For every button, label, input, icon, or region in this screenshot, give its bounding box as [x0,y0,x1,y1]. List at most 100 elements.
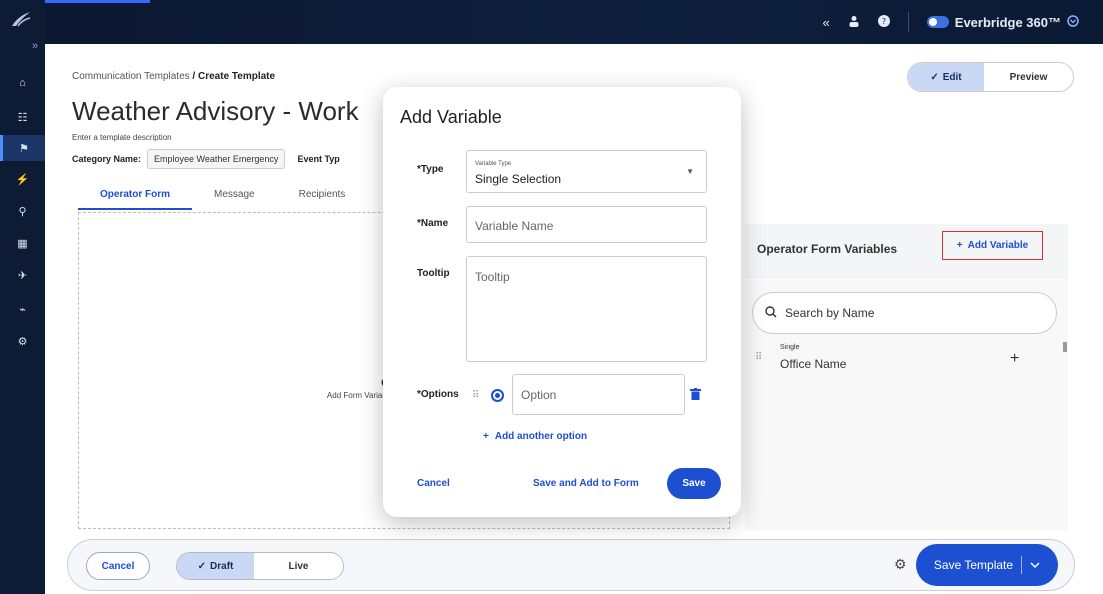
variable-search-input[interactable]: Search by Name [752,292,1057,334]
variable-type-value: Single Selection [475,172,562,186]
category-label: Category Name: [72,154,142,164]
edit-mode-button[interactable]: ✓ Edit [908,63,984,91]
theme-toggle[interactable] [926,16,949,28]
options-label: *Options [417,389,459,400]
modal-cancel-button[interactable]: Cancel [417,478,450,489]
analytics-icon: ⌁ [19,303,26,316]
chevron-down-icon[interactable] [1030,558,1040,572]
breadcrumb-separator: / [189,71,198,82]
breadcrumb-parent[interactable]: Communication Templates [72,71,190,82]
variables-panel-header: Operator Form Variables + Add Variable [745,224,1068,279]
divider [1021,556,1023,574]
add-variable-button[interactable]: + Add Variable [942,231,1043,260]
drag-handle-icon[interactable]: ⠿ [472,390,479,401]
tooltip-label: Tooltip [417,268,450,279]
search-icon [765,305,777,321]
form-tabs: Operator Form Message Recipients [78,186,367,210]
save-template-button[interactable]: Save Template [916,544,1058,586]
top-bar-actions: « ? Everbridge 360™ [823,12,1079,32]
contacts-icon: ☷ [17,111,28,124]
name-label: *Name [417,218,449,229]
sidebar-item-analytics[interactable]: ⌁ [0,296,45,322]
modal-save-button[interactable]: Save [667,468,721,499]
breadcrumb: Communication Templates / Create Templat… [72,71,275,82]
check-icon: ✓ [197,560,207,572]
draft-label: Draft [210,560,234,572]
sidebar-item-incidents[interactable]: ⚡ [0,166,45,192]
add-another-option-button[interactable]: + Add another option [483,431,587,442]
chevron-circle-icon[interactable] [1067,14,1079,30]
draft-button[interactable]: ✓ Draft [177,553,254,579]
plus-icon: + [483,431,489,442]
sidebar-item-travel[interactable]: ✈ [0,262,45,288]
sidebar-item-calendar[interactable]: ▦ [0,230,45,256]
modal-title: Add Variable [400,107,502,127]
trash-icon[interactable] [690,388,701,403]
brand-name: Everbridge 360™ [954,14,1061,30]
footer-bar: Cancel ✓ Draft Live ⚙ Save Template [67,539,1075,591]
option-radio[interactable] [491,389,504,402]
divider [907,12,909,32]
sidebar-item-locations[interactable]: ⚲ [0,198,45,224]
tab-message[interactable]: Message [192,186,277,210]
variable-type: Single [780,344,800,351]
tooltip-textarea[interactable]: Tooltip [466,256,707,362]
variable-name-placeholder: Variable Name [475,219,554,233]
add-option-label: Add another option [494,431,588,442]
sidebar-item-home[interactable]: ⌂ [0,70,45,96]
type-label: *Type [417,164,444,175]
cancel-button[interactable]: Cancel [86,552,150,580]
status-toggle: ✓ Draft Live [176,552,344,580]
add-to-form-icon[interactable]: + [1010,350,1019,368]
add-variable-modal: Add Variable *Type Variable Type Single … [383,87,741,517]
incident-icon: ⚡ [15,173,30,186]
plus-icon: + [956,240,963,251]
tooltip-placeholder: Tooltip [475,270,510,284]
mode-toggle: ✓ Edit Preview [907,62,1074,92]
event-type-label: Event Typ [297,154,340,164]
add-variable-label: Add Variable [967,240,1029,251]
sidebar-item-settings[interactable]: ⚙ [0,328,45,354]
template-description[interactable]: Enter a template description [72,133,172,142]
help-icon[interactable]: ? [877,14,890,30]
variables-panel-title: Operator Form Variables [757,242,898,256]
drag-handle-icon[interactable]: ⠿ [755,352,762,363]
edit-label: Edit [942,71,962,83]
save-and-add-to-form-button[interactable]: Save and Add to Form [533,478,639,489]
dropdown-caret-icon: ▼ [686,167,694,176]
page-title[interactable]: Weather Advisory - Work [72,96,359,127]
gear-icon[interactable]: ⚙ [894,556,907,573]
option-placeholder: Option [521,388,557,402]
preview-mode-button[interactable]: Preview [984,63,1073,91]
tab-operator-form[interactable]: Operator Form [78,186,193,210]
variable-type-select[interactable]: Variable Type Single Selection ▼ [466,150,707,193]
category-value[interactable]: Employee Weather Emergency [147,149,286,169]
flight-icon: ✈ [17,269,28,282]
svg-text:?: ? [882,17,886,26]
sidebar-item-contacts[interactable]: ☷ [0,104,45,130]
save-template-label: Save Template [933,558,1014,572]
settings-icon: ⚙ [17,335,28,348]
scrollbar[interactable] [1063,342,1067,352]
category-row: Category Name: Employee Weather Emergenc… [72,149,340,169]
option-input[interactable]: Option [512,374,685,415]
variable-name: Office Name [780,357,847,371]
brand[interactable]: Everbridge 360™ [926,14,1079,30]
user-icon[interactable] [848,15,860,30]
breadcrumb-current: Create Template [198,71,276,82]
sidebar-expand-icon[interactable]: » [32,40,38,52]
check-icon: ✓ [930,71,939,83]
variable-type-caption: Variable Type [475,161,512,167]
tab-recipients[interactable]: Recipients [277,186,368,210]
location-icon: ⚲ [18,205,27,218]
collapse-chevrons-icon[interactable]: « [823,15,830,30]
calendar-icon: ▦ [17,237,28,250]
live-button[interactable]: Live [254,553,343,579]
home-icon: ⌂ [19,77,26,89]
sidebar-item-communications[interactable]: ⚑ [0,135,45,161]
search-placeholder: Search by Name [785,306,875,320]
sidebar: » ⌂ ☷ ⚑ ⚡ ⚲ ▦ ✈ ⌁ ⚙ [0,0,45,594]
logo-icon[interactable] [10,10,34,30]
megaphone-icon: ⚑ [19,142,29,155]
variable-name-input[interactable]: Variable Name [466,206,707,243]
